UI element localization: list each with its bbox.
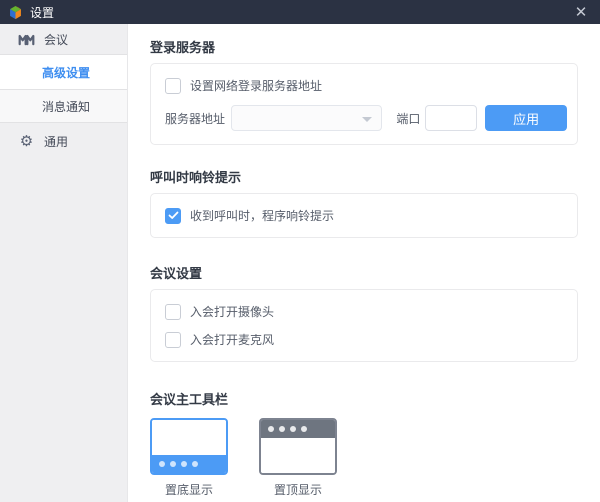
sidebar: 会议 高级设置 消息通知 ⚙ 通用 bbox=[0, 24, 128, 502]
thumbnail-body bbox=[152, 420, 226, 455]
enable-network-server-label: 设置网络登录服务器地址 bbox=[190, 77, 322, 94]
titlebar: 设置 ✕ bbox=[0, 0, 600, 24]
ring-on-call-checkbox[interactable] bbox=[165, 208, 181, 224]
section-title-meeting-settings: 会议设置 bbox=[150, 263, 578, 282]
port-input[interactable] bbox=[425, 105, 477, 131]
sidebar-item-label: 高级设置 bbox=[42, 64, 90, 81]
toolbar-bottom-label: 置底显示 bbox=[165, 481, 213, 498]
toolbar-dot bbox=[301, 426, 307, 432]
toolbar-position-options: 置底显示 置顶显示 bbox=[150, 418, 578, 498]
close-icon[interactable]: ✕ bbox=[570, 2, 592, 22]
toolbar-dot bbox=[192, 461, 198, 467]
toolbar-top-option: 置顶显示 bbox=[259, 418, 337, 498]
sidebar-item-meeting[interactable]: 会议 bbox=[0, 24, 127, 54]
sidebar-item-label: 通用 bbox=[44, 133, 68, 150]
apply-button[interactable]: 应用 bbox=[485, 105, 567, 131]
toolbar-bar-top bbox=[261, 420, 335, 438]
toolbar-bar-bottom bbox=[152, 455, 226, 473]
toolbar-bottom-option: 置底显示 bbox=[150, 418, 228, 498]
enable-network-server-checkbox[interactable] bbox=[165, 78, 181, 94]
login-server-panel: 设置网络登录服务器地址 服务器地址 端口 应用 bbox=[150, 63, 578, 145]
camera-on-join-checkbox[interactable] bbox=[165, 304, 181, 320]
toolbar-dot bbox=[159, 461, 165, 467]
toolbar-dot bbox=[268, 426, 274, 432]
server-address-label: 服务器地址 bbox=[165, 110, 225, 127]
toolbar-dot bbox=[170, 461, 176, 467]
settings-content: 登录服务器 设置网络登录服务器地址 服务器地址 端口 应用 呼叫时响铃提示 bbox=[128, 24, 600, 502]
port-label: 端口 bbox=[396, 110, 420, 127]
server-address-select[interactable] bbox=[231, 105, 382, 131]
ring-on-call-label: 收到呼叫时，程序响铃提示 bbox=[190, 207, 334, 224]
meeting-settings-panel: 入会打开摄像头 入会打开麦克风 bbox=[150, 289, 578, 362]
sidebar-item-label: 会议 bbox=[44, 31, 68, 48]
mic-on-join-label: 入会打开麦克风 bbox=[190, 331, 274, 348]
meeting-icon bbox=[18, 31, 35, 48]
camera-on-join-label: 入会打开摄像头 bbox=[190, 303, 274, 320]
mic-on-join-checkbox[interactable] bbox=[165, 332, 181, 348]
app-logo-icon bbox=[8, 5, 23, 20]
toolbar-top-label: 置顶显示 bbox=[274, 481, 322, 498]
section-title-ring-alert: 呼叫时响铃提示 bbox=[150, 167, 578, 186]
section-title-login-server: 登录服务器 bbox=[150, 37, 578, 56]
sidebar-item-message-notifications[interactable]: 消息通知 bbox=[0, 90, 127, 122]
toolbar-dot bbox=[279, 426, 285, 432]
main-area: 会议 高级设置 消息通知 ⚙ 通用 登录服务器 bbox=[0, 24, 600, 502]
toolbar-dot bbox=[290, 426, 296, 432]
settings-window: 设置 ✕ 会议 高级设置 消息通知 bbox=[0, 0, 600, 502]
thumbnail-body bbox=[261, 438, 335, 473]
sidebar-item-label: 消息通知 bbox=[42, 98, 90, 115]
toolbar-bottom-thumbnail[interactable] bbox=[150, 418, 228, 475]
check-icon bbox=[168, 211, 179, 220]
window-title: 设置 bbox=[30, 4, 54, 21]
ring-alert-panel: 收到呼叫时，程序响铃提示 bbox=[150, 193, 578, 238]
sidebar-item-general[interactable]: ⚙ 通用 bbox=[0, 123, 127, 159]
sidebar-item-advanced-settings[interactable]: 高级设置 bbox=[0, 55, 127, 89]
chevron-down-icon bbox=[362, 117, 372, 122]
toolbar-dot bbox=[181, 461, 187, 467]
gear-icon: ⚙ bbox=[18, 133, 35, 150]
section-title-toolbar-position: 会议主工具栏 bbox=[150, 389, 578, 408]
toolbar-top-thumbnail[interactable] bbox=[259, 418, 337, 475]
